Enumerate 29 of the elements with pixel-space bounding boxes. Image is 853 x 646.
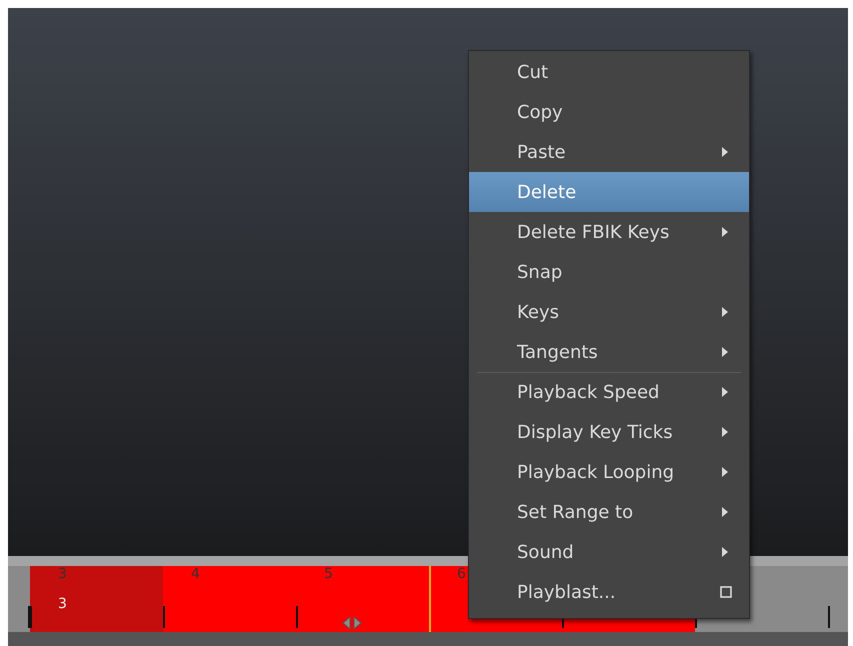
menu-item[interactable]: Cut xyxy=(469,52,749,92)
menu-item[interactable]: Paste xyxy=(469,132,749,172)
submenu-arrow-icon xyxy=(721,346,729,358)
submenu-arrow-icon xyxy=(721,426,729,438)
submenu-arrow-icon xyxy=(721,386,729,398)
menu-item[interactable]: Delete FBIK Keys xyxy=(469,212,749,252)
menu-item[interactable]: Playback Looping xyxy=(469,452,749,492)
menu-item[interactable]: Copy xyxy=(469,92,749,132)
frame-number: 3 xyxy=(58,566,67,582)
current-frame-number: 3 xyxy=(58,596,67,612)
submenu-arrow-icon xyxy=(721,506,729,518)
menu-item[interactable]: Delete xyxy=(469,172,749,212)
menu-item[interactable]: Display Key Ticks xyxy=(469,412,749,452)
submenu-arrow-icon xyxy=(721,306,729,318)
menu-item[interactable]: Tangents xyxy=(469,332,749,372)
submenu-arrow-icon xyxy=(721,146,729,158)
submenu-arrow-icon xyxy=(721,466,729,478)
menu-item[interactable]: Keys xyxy=(469,292,749,332)
menu-item[interactable]: Set Range to xyxy=(469,492,749,532)
frame-number: 4 xyxy=(191,566,200,582)
left-right-arrows-icon[interactable] xyxy=(340,616,364,630)
menu-item[interactable]: Sound xyxy=(469,532,749,572)
menu-item[interactable]: Playblast... xyxy=(469,572,749,612)
menu-item[interactable]: Snap xyxy=(469,252,749,292)
submenu-arrow-icon xyxy=(721,226,729,238)
frame-number: 6 xyxy=(457,566,466,582)
frame-number: 5 xyxy=(324,566,333,582)
option-box-icon[interactable] xyxy=(720,586,732,598)
submenu-arrow-icon xyxy=(721,546,729,558)
